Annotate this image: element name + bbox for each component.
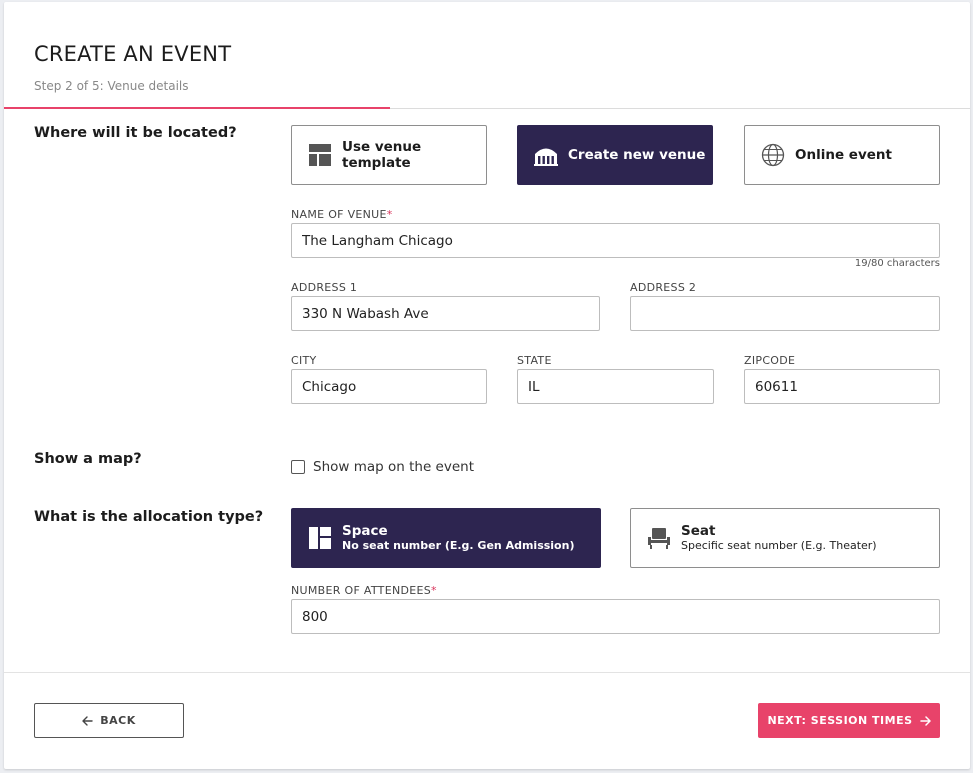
- show-map-label[interactable]: Show map on the event: [313, 459, 474, 475]
- arrow-left-icon: [82, 715, 93, 726]
- venue-building-icon: [534, 148, 558, 166]
- address2-input[interactable]: [630, 296, 940, 331]
- space-blocks-icon: [309, 527, 331, 549]
- progress-bar: [4, 107, 390, 109]
- space-option-subtitle: No seat number (E.g. Gen Admission): [342, 538, 575, 552]
- location-question: Where will it be located?: [34, 125, 237, 141]
- required-mark: *: [431, 584, 437, 597]
- space-option-title: Space: [342, 522, 388, 539]
- allocation-question: What is the allocation type?: [34, 509, 264, 525]
- required-mark: *: [386, 208, 393, 221]
- seat-option-subtitle: Specific seat number (E.g. Theater): [681, 538, 877, 552]
- space-allocation-option[interactable]: Space No seat number (E.g. Gen Admission…: [291, 508, 601, 568]
- create-new-venue-option[interactable]: Create new venue: [517, 125, 713, 185]
- city-label: CITY: [291, 354, 317, 367]
- next-button-label: NEXT: SESSION TIMES: [767, 714, 913, 727]
- zipcode-input[interactable]: [744, 369, 940, 404]
- state-label: STATE: [517, 354, 552, 367]
- seat-chair-icon: [648, 528, 670, 549]
- show-map-checkbox[interactable]: [291, 460, 305, 474]
- page-title: CREATE AN EVENT: [34, 42, 232, 66]
- attendees-input[interactable]: [291, 599, 940, 634]
- footer-divider: [4, 672, 970, 673]
- venue-name-counter: 19/80 characters: [854, 258, 940, 269]
- step-indicator: Step 2 of 5: Venue details: [34, 79, 189, 93]
- city-input[interactable]: [291, 369, 487, 404]
- arrow-right-icon: [919, 715, 931, 726]
- use-venue-template-label: Use venue template: [342, 139, 422, 171]
- map-question: Show a map?: [34, 451, 142, 467]
- globe-icon: [761, 143, 785, 167]
- address2-label: ADDRESS 2: [630, 281, 697, 294]
- seat-allocation-option[interactable]: Seat Specific seat number (E.g. Theater): [630, 508, 940, 568]
- create-new-venue-label: Create new venue: [568, 147, 706, 163]
- template-grid-icon: [309, 144, 331, 166]
- back-button[interactable]: BACK: [34, 703, 184, 738]
- next-session-times-button[interactable]: NEXT: SESSION TIMES: [758, 703, 940, 738]
- back-button-label: BACK: [100, 714, 136, 727]
- online-event-option[interactable]: Online event: [744, 125, 940, 185]
- venue-name-label: NAME OF VENUE*: [291, 208, 393, 221]
- seat-option-title: Seat: [681, 522, 716, 539]
- zipcode-label: ZIPCODE: [744, 354, 796, 367]
- state-input[interactable]: [517, 369, 714, 404]
- venue-name-input[interactable]: [291, 223, 940, 258]
- address1-input[interactable]: [291, 296, 600, 331]
- address1-label: ADDRESS 1: [291, 281, 358, 294]
- create-event-card: CREATE AN EVENT Step 2 of 5: Venue detai…: [4, 2, 970, 769]
- use-venue-template-option[interactable]: Use venue template: [291, 125, 487, 185]
- online-event-label: Online event: [795, 147, 892, 163]
- attendees-label: NUMBER OF ATTENDEES*: [291, 584, 437, 597]
